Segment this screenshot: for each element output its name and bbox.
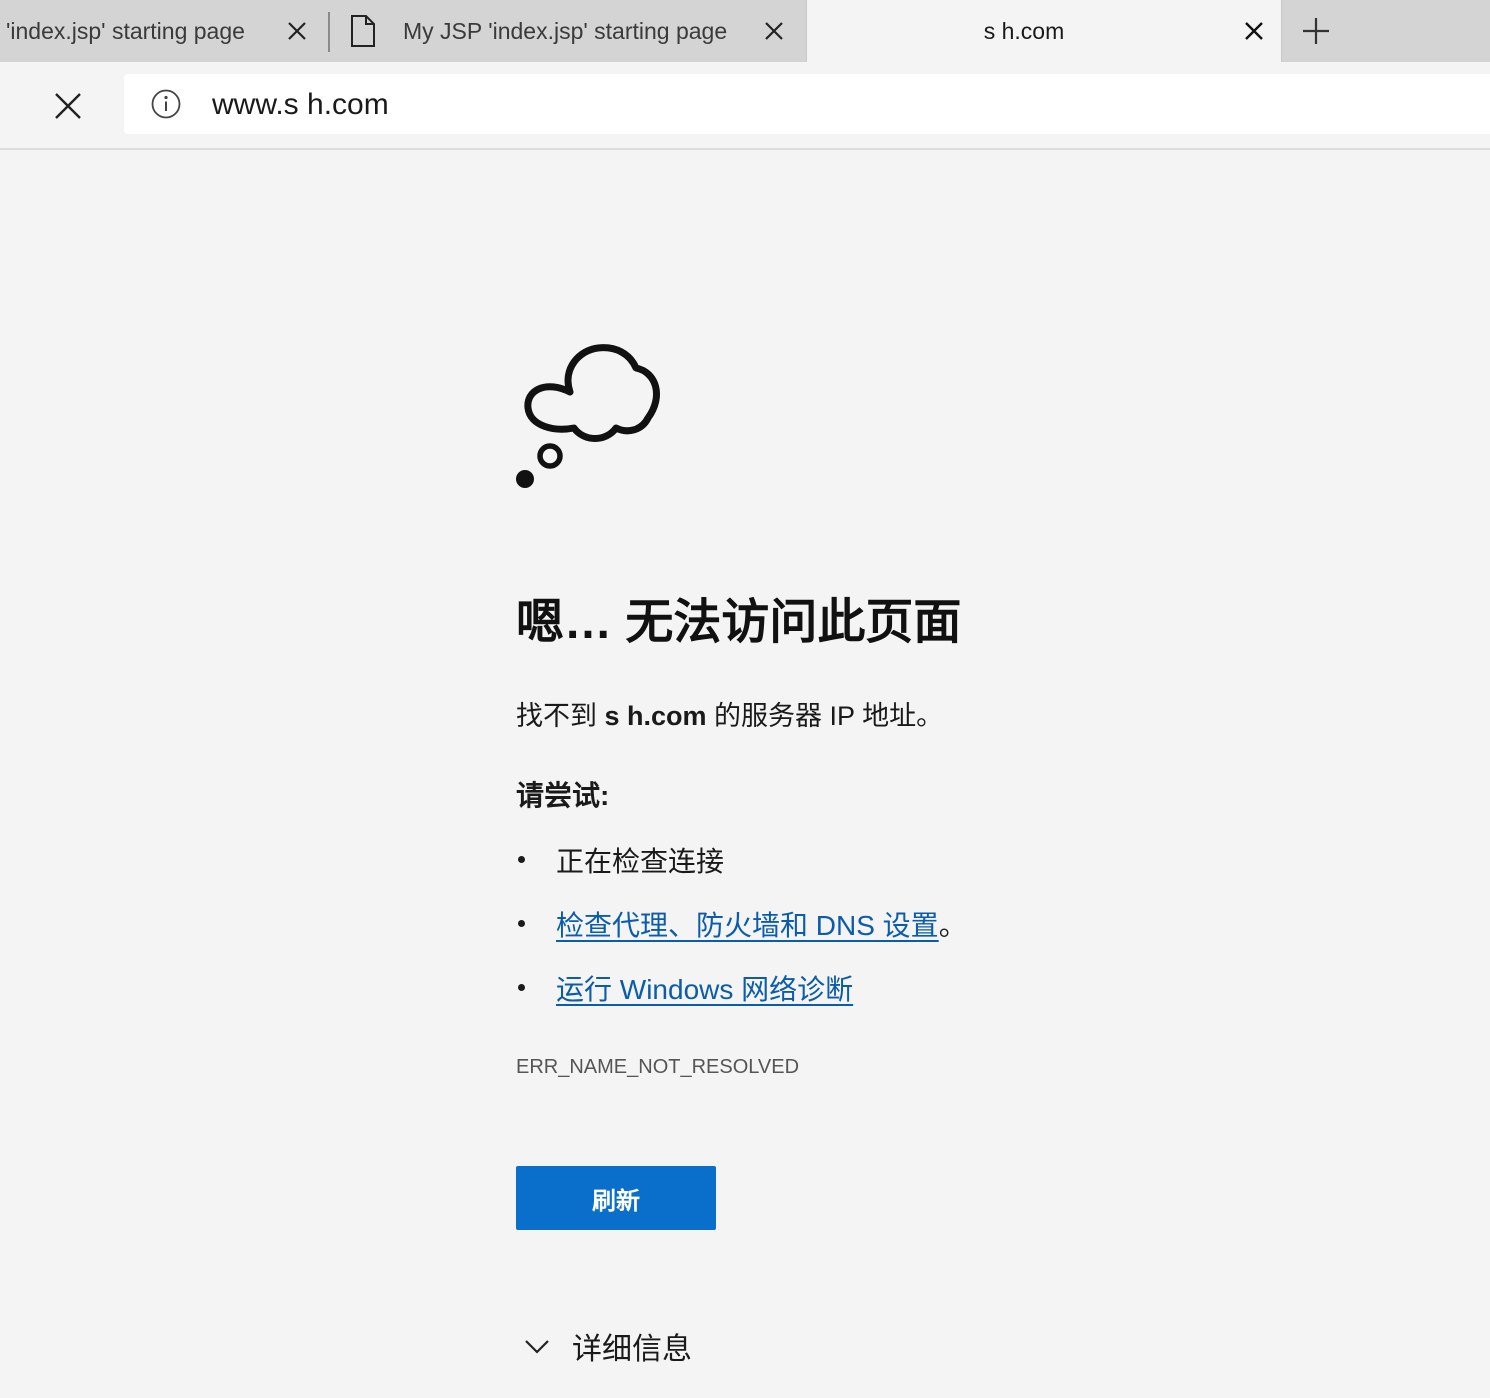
address-bar[interactable]: www.s h.com (124, 74, 1490, 134)
tab-separator (328, 12, 330, 52)
suggestion-check-connection: 正在检查连接 (556, 846, 725, 877)
tab-strip: 'index.jsp' starting page My JSP 'index.… (0, 0, 1490, 62)
thought-cloud-icon (516, 344, 660, 488)
document-icon (351, 15, 375, 47)
tab-active-site[interactable]: s h.com (806, 0, 1282, 62)
address-toolbar: www.s h.com (0, 62, 1490, 150)
link-suffix: 。 (938, 910, 967, 941)
tab-title: 'index.jsp' starting page (6, 17, 245, 44)
message-host: s h.com (604, 701, 707, 731)
bullet (518, 920, 525, 927)
details-label[interactable]: 详细信息 (572, 1324, 692, 1368)
bullet (518, 856, 525, 863)
plus-icon[interactable] (1300, 15, 1332, 47)
windows-network-diagnostics-link[interactable]: 运行 Windows 网络诊断 (556, 974, 853, 1005)
tab-my-jsp[interactable]: My JSP 'index.jsp' starting page (331, 0, 805, 62)
stop-loading-icon[interactable] (50, 88, 86, 124)
close-icon[interactable] (761, 18, 787, 44)
details-toggle[interactable]: 详细信息 (522, 1326, 692, 1366)
info-icon[interactable] (150, 88, 182, 120)
tab-title: s h.com (983, 17, 1065, 44)
close-icon[interactable] (284, 18, 310, 44)
close-icon[interactable] (1241, 18, 1267, 44)
error-code: ERR_NAME_NOT_RESOLVED (516, 1056, 800, 1078)
tab-index-jsp[interactable]: 'index.jsp' starting page (0, 0, 328, 62)
proxy-firewall-dns-link[interactable]: 检查代理、防火墙和 DNS 设置 (556, 910, 939, 941)
message-suffix: 的服务器 IP 地址。 (706, 701, 944, 731)
refresh-button[interactable]: 刷新 (516, 1166, 716, 1230)
error-message: 找不到 s h.com 的服务器 IP 地址。 (516, 694, 943, 733)
bullet (518, 984, 525, 991)
page-title: 嗯… 无法访问此页面 (516, 596, 962, 649)
message-prefix: 找不到 (516, 701, 605, 731)
tab-title: My JSP 'index.jsp' starting page (403, 17, 728, 44)
browser-window: 'index.jsp' starting page My JSP 'index.… (0, 0, 1490, 1398)
address-url[interactable]: www.s h.com (212, 88, 389, 122)
try-label: 请尝试: (516, 780, 610, 811)
chevron-down-icon[interactable] (522, 1331, 552, 1361)
